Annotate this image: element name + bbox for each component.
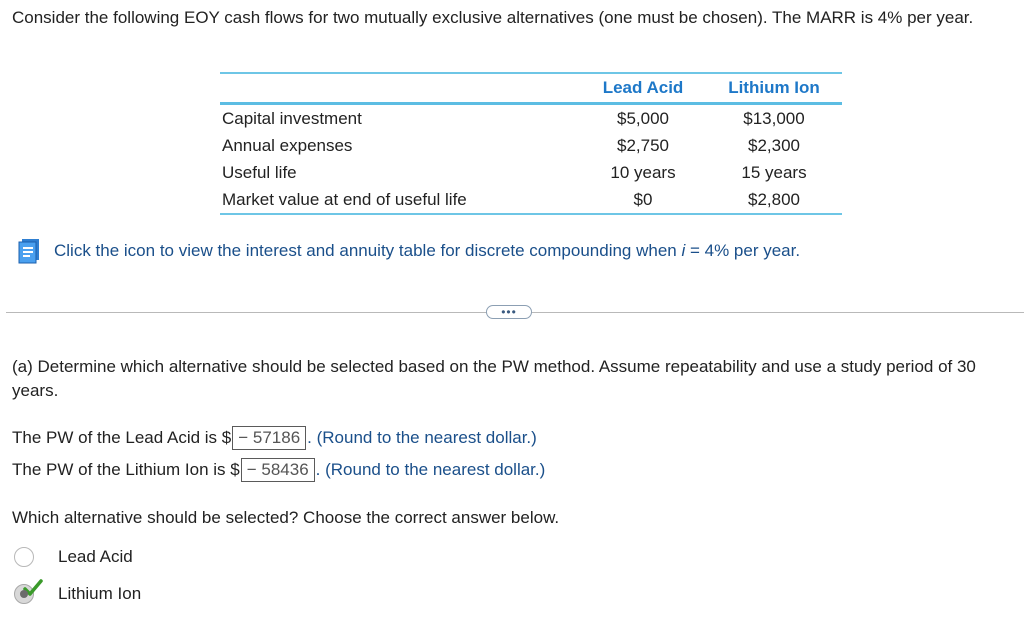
rounding-hint: . (Round to the nearest dollar.)	[307, 428, 537, 447]
table-row: Useful life 10 years 15 years	[220, 159, 842, 186]
pw-lithium-ion-answer[interactable]: − 58436	[240, 458, 315, 482]
lead-acid-value: $5,000	[617, 108, 669, 128]
reference-rate: = 4% per year.	[685, 241, 801, 260]
cash-flow-table: Lead Acid Lithium Ion Capital investment…	[220, 72, 842, 215]
radio-lithium-ion[interactable]	[14, 579, 43, 604]
lithium-ion-value: 15 years	[741, 162, 807, 182]
interest-table-link[interactable]: Click the icon to view the interest and …	[54, 241, 800, 261]
part-a-question: (a) Determine which alternative should b…	[12, 357, 976, 400]
expand-button[interactable]: •••	[486, 305, 532, 319]
table-row: Annual expenses $2,750 $2,300	[220, 132, 842, 159]
lead-acid-value: 10 years	[610, 162, 676, 182]
reference-text: Click the icon to view the interest and …	[54, 241, 682, 260]
checkmark-icon	[23, 579, 43, 596]
radio-lead-acid[interactable]	[14, 547, 34, 567]
lithium-ion-value: $2,300	[748, 135, 800, 155]
lithium-ion-value: $13,000	[743, 108, 805, 128]
lead-acid-value: $0	[633, 189, 653, 209]
option-label: Lithium Ion	[58, 584, 142, 603]
problem-statement: Consider the following EOY cash flows fo…	[12, 8, 974, 27]
interest-table-reference: Click the icon to view the interest and …	[14, 236, 800, 266]
option-lithium-ion[interactable]: Lithium Ion	[14, 579, 142, 606]
lithium-ion-value: $2,800	[748, 189, 800, 209]
pw-lead-acid-answer[interactable]: − 57186	[232, 426, 307, 450]
option-label: Lead Acid	[58, 547, 133, 566]
lead-acid-value: $2,750	[617, 135, 669, 155]
row-label: Market value at end of useful life	[222, 189, 467, 209]
table-row: Capital investment $5,000 $13,000	[220, 104, 842, 133]
pw-lithium-ion-label: The PW of the Lithium Ion is $	[12, 460, 240, 479]
row-label: Annual expenses	[222, 135, 353, 155]
book-icon[interactable]	[14, 236, 44, 266]
option-lead-acid[interactable]: Lead Acid	[14, 545, 133, 569]
pw-lithium-ion-line: The PW of the Lithium Ion is $ − 58436 .…	[12, 458, 545, 482]
table-header-row: Lead Acid Lithium Ion	[220, 73, 842, 105]
row-label: Useful life	[222, 162, 297, 182]
rounding-hint: . (Round to the nearest dollar.)	[315, 460, 546, 479]
choose-prompt: Which alternative should be selected? Ch…	[12, 508, 560, 527]
pw-lead-acid-line: The PW of the Lead Acid is $ − 57186 . (…	[12, 426, 537, 450]
header-lithium-ion: Lithium Ion	[706, 73, 842, 105]
table-row: Market value at end of useful life $0 $2…	[220, 186, 842, 214]
header-blank	[220, 73, 580, 105]
pw-lead-acid-label: The PW of the Lead Acid is $	[12, 428, 232, 447]
header-lead-acid: Lead Acid	[580, 73, 706, 105]
row-label: Capital investment	[222, 108, 362, 128]
